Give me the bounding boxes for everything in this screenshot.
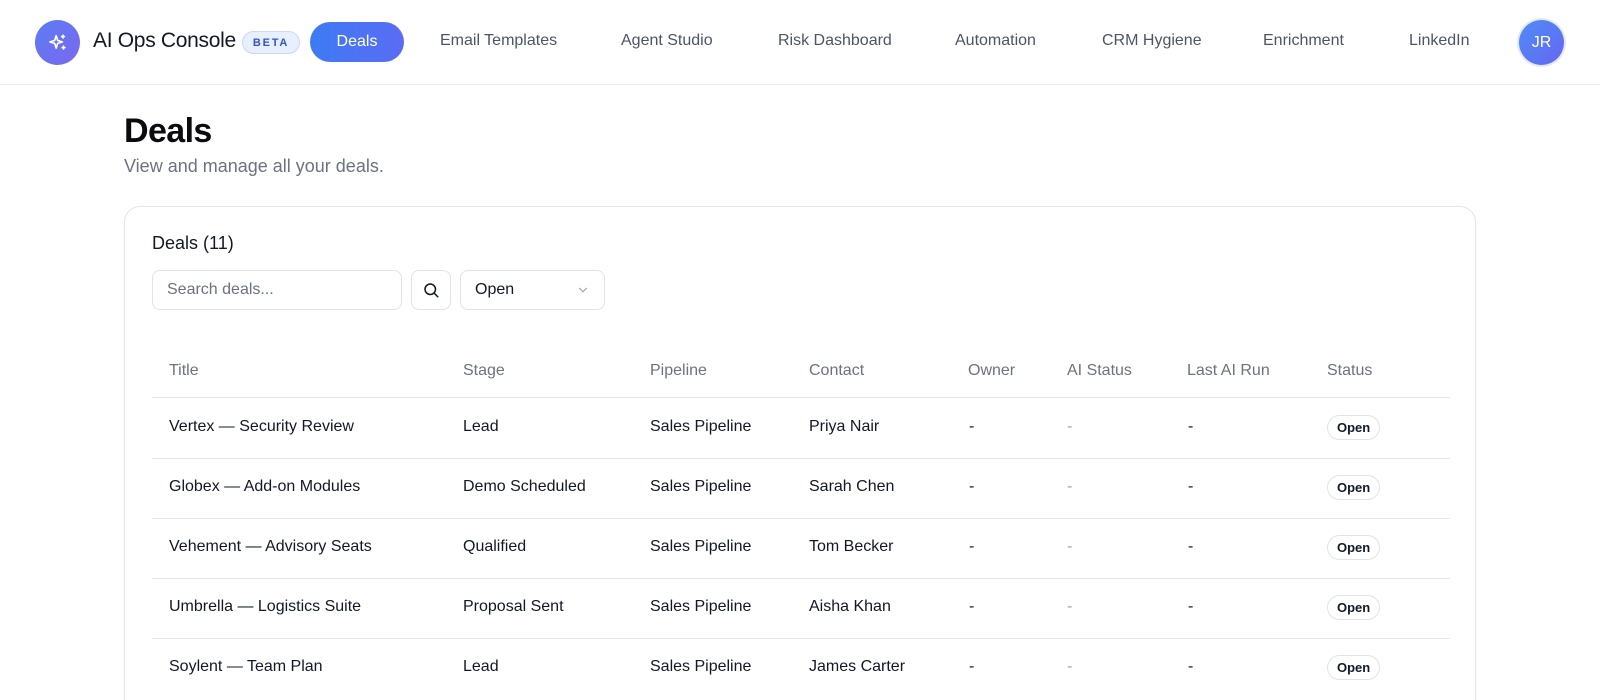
app-logo[interactable] [35,20,80,65]
cell-stage: Proposal Sent [463,598,564,615]
cell-last-ai-run: - [1188,418,1194,435]
cell-owner: - [969,418,975,435]
column-header-status[interactable]: Status [1327,362,1372,380]
column-header-owner[interactable]: Owner [968,362,1015,380]
column-header-pipeline[interactable]: Pipeline [650,362,707,380]
status-badge: Open [1327,655,1381,680]
user-avatar[interactable]: JR [1519,20,1564,65]
nav-tab-deals[interactable]: Deals [310,22,404,62]
chevron-down-icon [578,287,588,293]
cell-last-ai-run: - [1188,598,1194,615]
search-input[interactable] [152,270,402,310]
status-badge: Open [1327,415,1381,440]
status-badge: Open [1327,475,1381,500]
table-row[interactable]: Umbrella — Logistics Suite Proposal Sent… [152,578,1450,639]
column-header-title[interactable]: Title [169,362,199,380]
cell-stage: Lead [463,658,499,675]
page-subtitle: View and manage all your deals. [124,156,384,176]
nav-tab-agent-studio[interactable]: Agent Studio [621,32,713,50]
column-header-contact[interactable]: Contact [809,362,864,380]
table-row[interactable]: Vertex — Security Review Lead Sales Pipe… [152,398,1450,459]
sparkles-icon [48,33,66,50]
status-filter-value: Open [475,281,515,298]
nav-tab-enrichment[interactable]: Enrichment [1263,32,1344,50]
cell-last-ai-run: - [1188,478,1194,495]
column-header-stage[interactable]: Stage [463,362,505,380]
cell-ai-status: - [1067,658,1073,675]
search-icon [424,283,439,298]
cell-contact: Sarah Chen [809,478,895,495]
cell-ai-status: - [1067,538,1073,555]
status-filter-select[interactable]: Open [460,270,605,310]
cell-title[interactable]: Globex — Add-on Modules [169,478,360,496]
app-title: AI Ops Console [93,29,236,52]
cell-owner: - [969,598,975,615]
column-header-ai-status[interactable]: AI Status [1067,362,1132,380]
cell-stage: Demo Scheduled [463,478,586,495]
search-button[interactable] [411,270,451,310]
cell-pipeline: Sales Pipeline [650,418,752,435]
nav-tab-linkedin[interactable]: LinkedIn [1409,32,1470,50]
beta-badge: BETA [242,31,300,54]
table-row[interactable]: Globex — Add-on Modules Demo Scheduled S… [152,458,1450,519]
cell-stage: Lead [463,418,499,435]
top-nav-bar: AI Ops Console BETA Deals Email Template… [0,0,1600,85]
cell-owner: - [969,658,975,675]
nav-tab-risk-dashboard[interactable]: Risk Dashboard [778,32,892,50]
deals-card-title: Deals (11) [152,233,234,253]
nav-tab-crm-hygiene[interactable]: CRM Hygiene [1102,32,1202,50]
table-row[interactable]: Vehement — Advisory Seats Qualified Sale… [152,518,1450,579]
cell-owner: - [969,478,975,495]
status-badge: Open [1327,595,1381,620]
nav-tab-email-templates[interactable]: Email Templates [440,32,557,50]
cell-title[interactable]: Soylent — Team Plan [169,658,323,676]
cell-title[interactable]: Vertex — Security Review [169,418,354,436]
nav-tab-automation[interactable]: Automation [955,32,1036,50]
column-header-last-ai-run[interactable]: Last AI Run [1187,362,1270,380]
cell-contact: James Carter [809,658,906,675]
cell-stage: Qualified [463,538,527,555]
cell-contact: Aisha Khan [809,598,891,615]
cell-pipeline: Sales Pipeline [650,658,752,675]
cell-last-ai-run: - [1188,538,1194,555]
table-row[interactable]: Soylent — Team Plan Lead Sales Pipeline … [152,638,1450,699]
cell-pipeline: Sales Pipeline [650,538,752,555]
cell-contact: Priya Nair [809,418,880,435]
cell-title[interactable]: Vehement — Advisory Seats [169,538,372,556]
cell-contact: Tom Becker [809,538,894,555]
status-badge: Open [1327,535,1381,560]
cell-ai-status: - [1067,478,1073,495]
cell-ai-status: - [1067,598,1073,615]
cell-pipeline: Sales Pipeline [650,598,752,615]
cell-pipeline: Sales Pipeline [650,478,752,495]
cell-ai-status: - [1067,418,1073,435]
cell-owner: - [969,538,975,555]
cell-title[interactable]: Umbrella — Logistics Suite [169,598,361,616]
cell-last-ai-run: - [1188,658,1194,675]
page-title: Deals [124,112,212,150]
deals-card: Deals (11) Open Title Stage Pipeline Con… [124,206,1476,700]
